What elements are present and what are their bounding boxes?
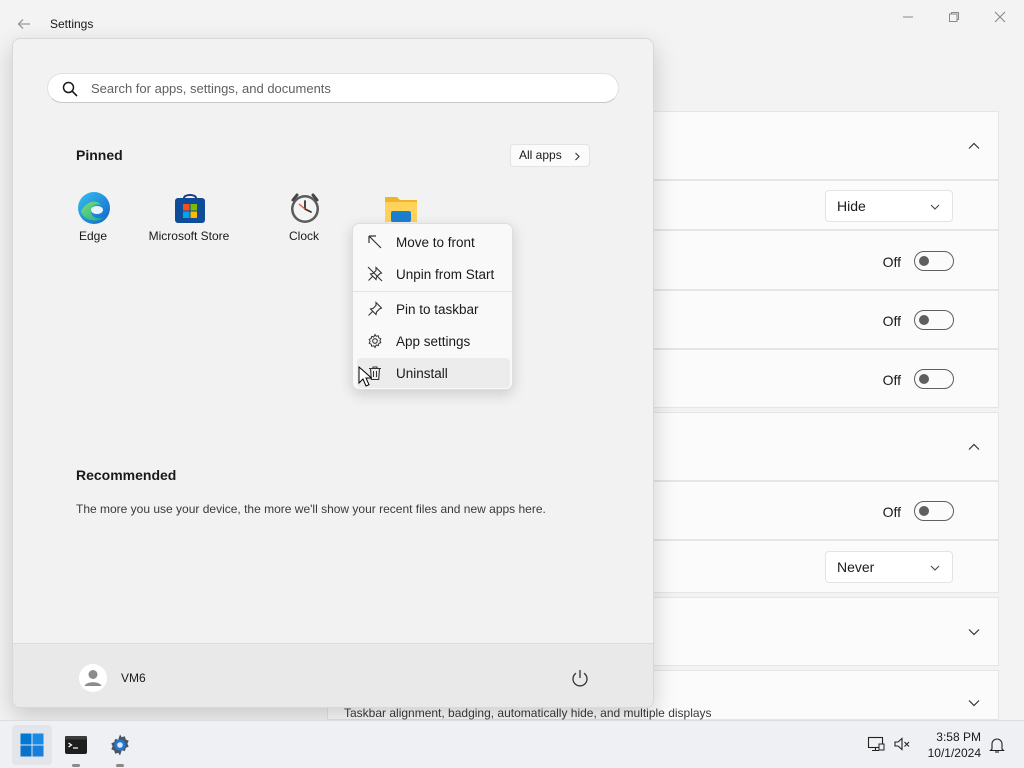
search-placeholder: Search for apps, settings, and documents <box>91 81 331 96</box>
minimize-icon <box>903 16 913 18</box>
combine-buttons-dropdown[interactable]: Never <box>825 551 953 583</box>
taskbar-time[interactable]: 3:58 PM <box>935 730 981 744</box>
dropdown-value: Hide <box>837 198 866 214</box>
menu-item-pin-to-taskbar[interactable]: Pin to taskbar <box>357 294 510 324</box>
toggle-knob <box>919 506 929 516</box>
back-arrow-icon <box>17 19 30 29</box>
network-icon[interactable] <box>867 735 885 753</box>
terminal-icon <box>65 736 87 754</box>
settings-row-toggle-1: Off <box>654 230 999 290</box>
user-icon <box>84 670 102 686</box>
chevron-up-icon <box>968 443 980 450</box>
toggle-switch[interactable] <box>914 369 954 389</box>
chevron-right-icon <box>575 152 580 161</box>
start-menu: Search for apps, settings, and documents… <box>12 38 654 708</box>
move-to-front-icon <box>368 235 382 249</box>
restore-icon <box>949 12 959 22</box>
toggle-knob <box>919 315 929 325</box>
all-apps-button[interactable]: All apps <box>510 144 590 167</box>
chevron-down-icon <box>930 565 940 571</box>
search-icon <box>62 81 78 97</box>
power-icon[interactable] <box>570 668 590 688</box>
menu-item-label: App settings <box>396 334 471 349</box>
taskbar-behaviors-description: Taskbar alignment, badging, automaticall… <box>344 706 712 720</box>
chevron-up-icon <box>968 142 980 149</box>
recommended-empty-text: The more you use your device, the more w… <box>76 502 546 516</box>
menu-item-app-settings[interactable]: App settings <box>357 326 510 356</box>
settings-row-toggle-2: Off <box>654 290 999 349</box>
taskbar-date[interactable]: 10/1/2024 <box>920 746 981 760</box>
running-indicator <box>116 764 124 767</box>
toggle-knob <box>919 374 929 384</box>
toggle-switch[interactable] <box>914 310 954 330</box>
pin-icon <box>368 301 383 316</box>
toggle-state-label: Off <box>882 313 901 329</box>
edge-icon <box>78 192 110 224</box>
recommended-heading: Recommended <box>76 467 177 483</box>
user-name[interactable]: VM6 <box>121 671 146 685</box>
restore-button[interactable] <box>936 6 972 28</box>
app-label: Microsoft Store <box>148 229 230 243</box>
taskbar: 3:58 PM 10/1/2024 <box>0 720 1024 768</box>
toggle-state-label: Off <box>882 504 901 520</box>
toggle-switch[interactable] <box>914 501 954 521</box>
menu-item-label: Uninstall <box>396 366 448 381</box>
toggle-state-label: Off <box>882 372 901 388</box>
taskbar-terminal-button[interactable] <box>56 725 96 767</box>
microsoft-store-icon <box>175 194 205 223</box>
volume-muted-icon[interactable] <box>893 735 911 753</box>
mouse-cursor-icon <box>358 366 372 387</box>
windows-logo-icon <box>20 733 44 757</box>
chevron-down-icon <box>930 204 940 210</box>
settings-row-toggle-4: Off <box>654 481 999 540</box>
running-indicator <box>72 764 80 767</box>
search-input[interactable]: Search for apps, settings, and documents <box>47 73 619 103</box>
pinned-app-clock[interactable]: Clock <box>256 189 352 249</box>
taskbar-settings-button[interactable] <box>100 725 140 767</box>
settings-icon <box>111 734 129 756</box>
app-label: Clock <box>288 229 319 243</box>
pinned-heading: Pinned <box>76 147 123 163</box>
menu-item-move-to-front[interactable]: Move to front <box>357 227 510 257</box>
menu-item-label: Move to front <box>396 235 475 250</box>
section-header-3[interactable] <box>654 597 999 666</box>
gear-icon <box>368 333 382 349</box>
pinned-app-microsoft-store[interactable]: Microsoft Store <box>141 189 237 249</box>
title-bar: Settings <box>0 0 1024 40</box>
context-menu: Move to front Unpin from Start Pin to ta… <box>352 223 513 390</box>
toggle-knob <box>919 256 929 266</box>
back-button[interactable] <box>12 12 36 36</box>
start-button[interactable] <box>12 725 52 765</box>
close-icon <box>994 11 1006 23</box>
file-explorer-icon <box>385 197 417 222</box>
start-footer: VM6 <box>13 643 653 707</box>
clock-icon <box>291 193 319 223</box>
menu-item-uninstall[interactable]: Uninstall <box>357 358 510 388</box>
minimize-button[interactable] <box>890 6 926 28</box>
all-apps-label: All apps <box>519 148 562 162</box>
chevron-down-icon <box>968 629 980 636</box>
settings-row-toggle-3: Off <box>654 349 999 408</box>
dropdown-value: Never <box>837 559 875 575</box>
visibility-dropdown[interactable]: Hide <box>825 190 953 222</box>
menu-separator <box>353 291 512 292</box>
menu-item-unpin-from-start[interactable]: Unpin from Start <box>357 259 510 289</box>
menu-item-label: Unpin from Start <box>396 267 495 282</box>
chevron-down-icon <box>968 700 980 707</box>
close-button[interactable] <box>982 6 1018 28</box>
settings-row-dropdown-1: Hide <box>654 180 999 230</box>
app-label: Edge <box>78 229 108 243</box>
section-header-2[interactable] <box>654 412 999 481</box>
toggle-switch[interactable] <box>914 251 954 271</box>
unpin-icon <box>367 266 383 282</box>
settings-row-dropdown-2: Never <box>654 540 999 593</box>
menu-item-label: Pin to taskbar <box>396 302 479 317</box>
window-title: Settings <box>50 17 94 31</box>
avatar[interactable] <box>79 664 107 692</box>
notification-bell-icon[interactable] <box>988 736 1006 754</box>
toggle-state-label: Off <box>882 254 901 270</box>
pinned-app-edge[interactable]: Edge <box>45 189 141 249</box>
section-header-1[interactable] <box>654 111 999 180</box>
